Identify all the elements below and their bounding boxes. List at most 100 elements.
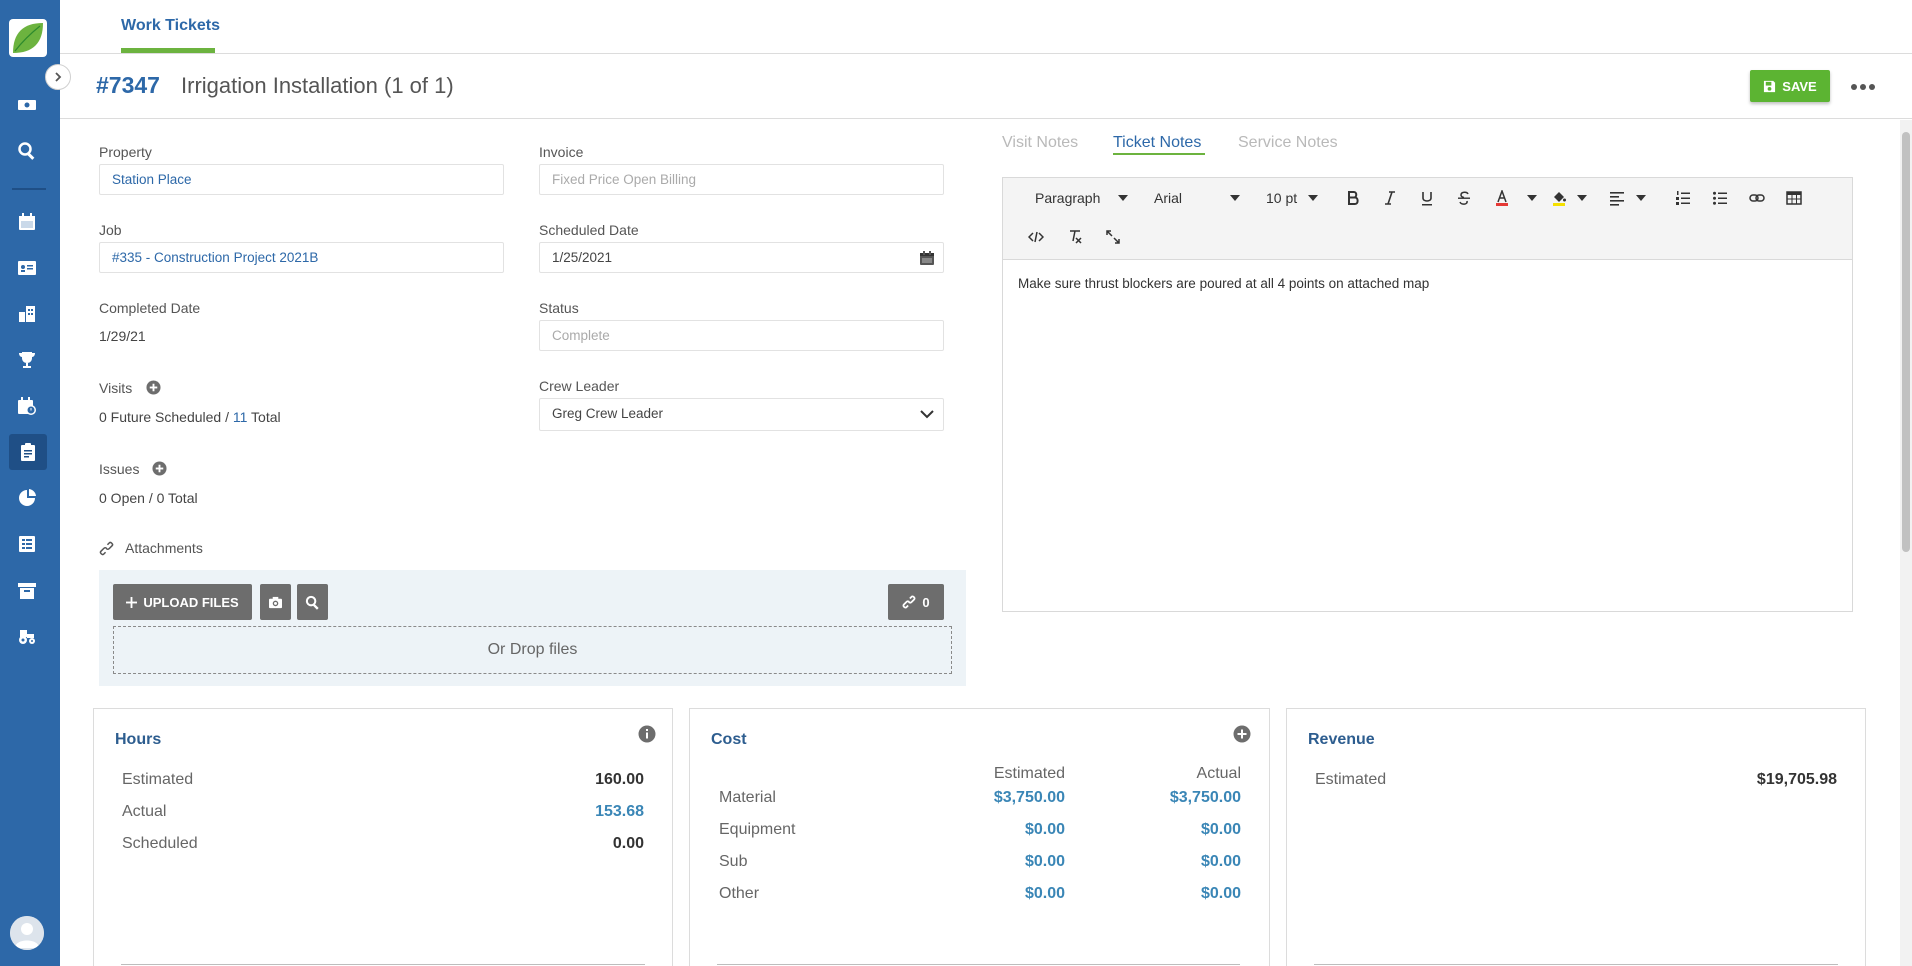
cost-card: Cost Estimated Actual Material $3,750.00… [689, 708, 1270, 966]
camera-button[interactable] [260, 584, 291, 620]
cost-sub-estimated[interactable]: $0.00 [1025, 853, 1065, 871]
top-bar: Work Tickets [60, 0, 1912, 54]
file-drop-zone[interactable]: Or Drop files [113, 626, 952, 674]
cost-material-actual[interactable]: $3,750.00 [1170, 789, 1241, 807]
revenue-card: Revenue Estimated $19,705.98 [1286, 708, 1866, 966]
search-files-button[interactable] [297, 584, 328, 620]
ticket-notes-content[interactable]: Make sure thrust blockers are poured at … [1018, 276, 1429, 291]
pie-chart-icon[interactable] [13, 484, 41, 512]
font-size-select[interactable]: 10 pt [1266, 190, 1297, 206]
cost-material-label: Material [719, 789, 776, 806]
caret-down-icon [1230, 195, 1240, 201]
calendar-picker-icon[interactable] [919, 250, 935, 266]
strikethrough-button[interactable] [1452, 186, 1476, 210]
property-field[interactable]: Station Place [99, 164, 504, 195]
hours-estimated-label: Estimated [122, 771, 194, 788]
clipboard-icon[interactable] [9, 434, 47, 470]
crew-leader-select[interactable]: Greg Crew Leader [539, 398, 944, 431]
tractor-icon[interactable] [13, 622, 41, 650]
hours-title: Hours [115, 731, 162, 748]
add-visit-icon[interactable] [146, 380, 161, 395]
hours-scheduled-value: 0.00 [612, 835, 644, 852]
attachments-label: Attachments [125, 540, 203, 556]
attachments-panel: UPLOAD FILES 0 Or Drop files [99, 570, 966, 686]
completed-date-label: Completed Date [99, 300, 201, 316]
block-format-select[interactable]: Paragraph [1035, 190, 1100, 206]
leaf-logo-icon[interactable] [8, 18, 48, 58]
job-field[interactable]: #335 - Construction Project 2021B [99, 242, 504, 273]
tab-visit-notes[interactable]: Visit Notes [1002, 134, 1078, 152]
page-scrollbar-thumb[interactable] [1902, 132, 1910, 552]
search-icon[interactable] [13, 137, 41, 165]
sidebar-divider [12, 188, 46, 190]
caret-down-icon [1308, 195, 1318, 201]
numbered-list-icon [1676, 191, 1690, 205]
cost-other-estimated[interactable]: $0.00 [1025, 885, 1065, 903]
camera-icon [269, 596, 282, 608]
tab-work-tickets[interactable]: Work Tickets [121, 17, 220, 35]
text-color-button[interactable] [1490, 186, 1514, 210]
cost-material-estimated[interactable]: $3,750.00 [994, 789, 1065, 807]
tab-service-notes[interactable]: Service Notes [1238, 134, 1338, 152]
page-title: Irrigation Installation (1 of 1) [181, 73, 454, 98]
issues-summary: 0 Open / 0 Total [99, 490, 198, 506]
user-avatar[interactable] [10, 916, 44, 950]
insert-table-button[interactable] [1782, 186, 1806, 210]
plus-icon [126, 596, 138, 608]
cost-equipment-actual[interactable]: $0.00 [1201, 821, 1241, 839]
calendar-icon[interactable] [13, 208, 41, 236]
link-files-button[interactable]: 0 [888, 584, 944, 620]
scheduled-date-label: Scheduled Date [539, 222, 639, 238]
card-divider [121, 964, 645, 965]
schedule-icon[interactable] [13, 392, 41, 420]
invoice-field[interactable]: Fixed Price Open Billing [539, 164, 944, 195]
add-issue-icon[interactable] [152, 461, 167, 476]
completed-date-value: 1/29/21 [99, 328, 146, 344]
paperclip-link-icon [99, 541, 114, 556]
info-icon[interactable] [638, 725, 656, 743]
highlight-color-button[interactable] [1547, 186, 1571, 210]
contacts-icon[interactable] [13, 254, 41, 282]
sidebar-collapse-button[interactable] [45, 64, 71, 90]
clear-formatting-button[interactable] [1063, 225, 1087, 249]
chevron-right-icon [55, 72, 62, 82]
money-icon[interactable] [13, 91, 41, 119]
numbered-list-button[interactable] [1671, 186, 1695, 210]
underline-button[interactable] [1415, 186, 1439, 210]
buildings-icon[interactable] [13, 300, 41, 328]
align-left-icon [1610, 192, 1624, 206]
fullscreen-button[interactable] [1101, 225, 1125, 249]
font-family-select[interactable]: Arial [1154, 190, 1182, 206]
save-button[interactable]: SAVE [1750, 70, 1830, 102]
report-icon[interactable] [13, 530, 41, 558]
cost-sub-actual[interactable]: $0.00 [1201, 853, 1241, 871]
insert-link-button[interactable] [1745, 186, 1769, 210]
bullet-list-button[interactable] [1708, 186, 1732, 210]
status-field[interactable]: Complete [539, 320, 944, 351]
upload-files-button[interactable]: UPLOAD FILES [113, 584, 252, 620]
hours-actual-value[interactable]: 153.68 [595, 803, 644, 821]
chevron-down-icon [920, 410, 934, 419]
archive-icon[interactable] [13, 577, 41, 605]
source-code-button[interactable] [1024, 225, 1048, 249]
italic-button[interactable] [1378, 186, 1402, 210]
bold-button[interactable] [1341, 186, 1365, 210]
scheduled-date-field[interactable]: 1/25/2021 [539, 242, 944, 273]
caret-down-icon [1118, 195, 1128, 201]
more-options-button[interactable] [1848, 77, 1878, 97]
revenue-estimated-value: $19,705.98 [1756, 771, 1837, 788]
cost-equipment-estimated[interactable]: $0.00 [1025, 821, 1065, 839]
text-color-icon [1496, 190, 1508, 206]
table-icon [1786, 191, 1802, 205]
card-divider [1314, 964, 1838, 965]
invoice-label: Invoice [539, 144, 584, 160]
font-size-value: 10 pt [1266, 190, 1298, 206]
hours-card: Hours Estimated 160.00 Actual 153.68 Sch… [93, 708, 673, 966]
align-button[interactable] [1605, 186, 1629, 210]
cost-other-actual[interactable]: $0.00 [1201, 885, 1241, 903]
tab-ticket-notes[interactable]: Ticket Notes [1113, 134, 1201, 152]
visits-total-label: Total [247, 409, 281, 425]
visits-count-link[interactable]: 11 [233, 409, 248, 425]
trophy-icon[interactable] [13, 346, 41, 374]
add-cost-icon[interactable] [1233, 725, 1251, 743]
